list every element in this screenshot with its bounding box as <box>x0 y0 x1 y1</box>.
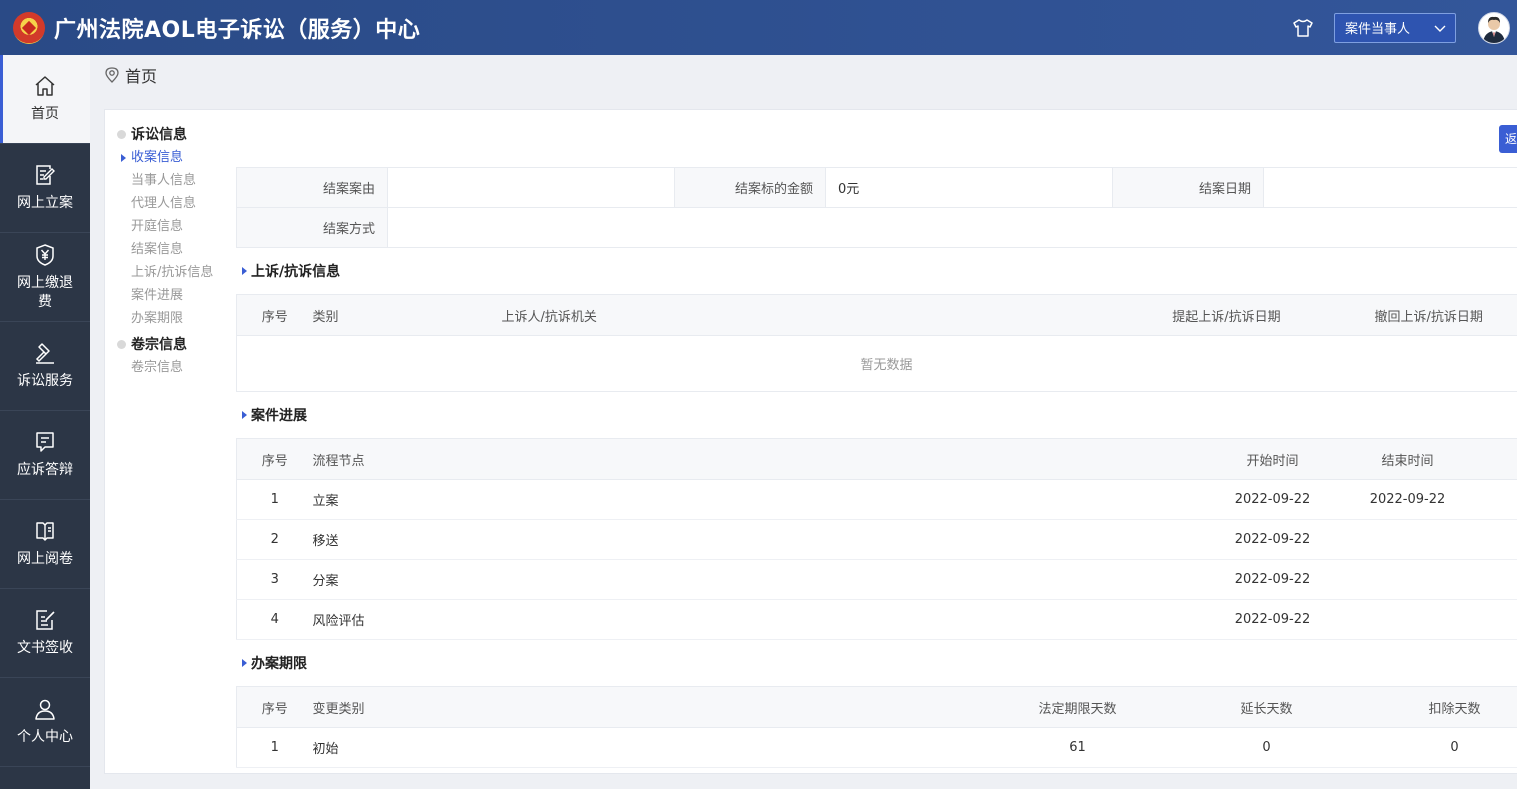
sidebar-item-label: 网上缴退费 <box>17 274 73 310</box>
column-header: 提起上诉/抗诉日期 <box>1131 294 1322 336</box>
main-panel: 返 诉讼信息 收案信息 当事人信息 代理人信息 开庭信息 结案信息 上诉/抗诉信… <box>104 109 1517 774</box>
sidebar-item-label: 首页 <box>31 106 59 122</box>
progress-section-title: 案件进展 <box>236 392 1517 438</box>
chevron-down-icon <box>1434 25 1446 32</box>
column-header: 法定期限天数 <box>1016 686 1139 728</box>
table-row: 3 分案 2022-09-22 <box>236 559 1517 600</box>
anchor-nav: 诉讼信息 收案信息 当事人信息 代理人信息 开庭信息 结案信息 上诉/抗诉信息 … <box>117 124 232 379</box>
anchor-item-receipt[interactable]: 收案信息 <box>117 146 232 169</box>
sidebar-item-file-review[interactable]: 网上阅卷 <box>0 500 90 589</box>
column-header: 序号 <box>236 294 313 336</box>
closing-amount-value: 0元 <box>825 167 1113 208</box>
appeal-section-title: 上诉/抗诉信息 <box>236 248 1517 294</box>
column-header: 变更类别 <box>312 686 1017 728</box>
column-header: 流程节点 <box>312 438 1223 480</box>
role-select-value: 案件当事人 <box>1345 22 1411 37</box>
closing-cause-label: 结案案由 <box>236 167 388 208</box>
sidebar: 首页 网上立案 网上缴退费 诉讼服务 应诉答辩 网上阅卷 文书签收 个人中心 <box>0 55 90 789</box>
column-header: 序号 <box>236 438 313 480</box>
location-pin-icon <box>105 67 119 83</box>
sidebar-item-label: 个人中心 <box>17 729 73 745</box>
closing-cause-value <box>387 167 675 208</box>
column-header: 上诉人/抗诉机关 <box>501 294 1132 336</box>
book-icon <box>36 522 54 541</box>
deadline-table: 序号 变更类别 法定期限天数 延长天数 扣除天数 1 初始 61 0 0 <box>236 686 1517 768</box>
sidebar-item-label: 文书签收 <box>17 640 73 656</box>
anchor-item-dossier[interactable]: 卷宗信息 <box>117 356 232 379</box>
closing-method-label: 结案方式 <box>236 207 388 248</box>
sidebar-item-defense[interactable]: 应诉答辩 <box>0 411 90 500</box>
app-title: 广州法院AOL电子诉讼（服务）中心 <box>54 17 421 43</box>
top-header: 广州法院AOL电子诉讼（服务）中心 案件当事人 <box>0 0 1517 55</box>
anchor-item-deadline[interactable]: 办案期限 <box>117 307 232 330</box>
anchor-item-hearing[interactable]: 开庭信息 <box>117 215 232 238</box>
anchor-item-progress[interactable]: 案件进展 <box>117 284 232 307</box>
detail-content: 结案案由 结案标的金额 0元 结案日期 结案方式 上诉/抗诉信息 序号 类别 上… <box>236 167 1517 768</box>
avatar[interactable] <box>1478 11 1510 44</box>
sidebar-item-label: 诉讼服务 <box>17 373 73 389</box>
sidebar-item-fee[interactable]: 网上缴退费 <box>0 233 90 322</box>
sidebar-item-online-filing[interactable]: 网上立案 <box>0 144 90 233</box>
sidebar-item-label: 网上立案 <box>17 195 73 211</box>
sidebar-item-doc-sign[interactable]: 文书签收 <box>0 589 90 678</box>
anchor-item-appeal[interactable]: 上诉/抗诉信息 <box>117 261 232 284</box>
sidebar-item-label: 网上阅卷 <box>17 551 73 567</box>
shirt-icon[interactable] <box>1292 17 1314 39</box>
gavel-icon <box>35 343 54 364</box>
closing-method-value <box>387 207 1517 248</box>
anchor-item-parties[interactable]: 当事人信息 <box>117 169 232 192</box>
sidebar-item-litigation-service[interactable]: 诉讼服务 <box>0 322 90 411</box>
role-select[interactable]: 案件当事人 <box>1334 12 1456 43</box>
empty-state: 暂无数据 <box>860 358 913 373</box>
court-emblem-icon <box>13 11 45 44</box>
closing-info-table: 结案案由 结案标的金额 0元 结案日期 结案方式 <box>236 167 1517 248</box>
column-header: 扣除天数 <box>1394 686 1515 728</box>
sidebar-item-personal-center[interactable]: 个人中心 <box>0 678 90 767</box>
anchor-group-dossier[interactable]: 卷宗信息 <box>117 334 232 356</box>
column-header: 延长天数 <box>1138 686 1395 728</box>
back-button[interactable]: 返 <box>1499 125 1517 153</box>
table-row: 4 风险评估 2022-09-22 <box>236 599 1517 640</box>
anchor-item-agents[interactable]: 代理人信息 <box>117 192 232 215</box>
deadline-section-title: 办案期限 <box>236 640 1517 686</box>
file-edit-icon <box>36 165 55 185</box>
column-header: 类别 <box>312 294 502 336</box>
sidebar-item-home[interactable]: 首页 <box>0 55 90 144</box>
sidebar-item-label: 应诉答辩 <box>17 462 73 478</box>
progress-table: 序号 流程节点 开始时间 结束时间 1 立案 2022-09-22 2022-0… <box>236 438 1517 640</box>
column-header: 序号 <box>236 686 313 728</box>
yuan-shield-icon <box>36 243 54 266</box>
table-row: 1 初始 61 0 0 <box>236 727 1517 768</box>
anchor-item-closing[interactable]: 结案信息 <box>117 238 232 261</box>
column-header: 开始时间 <box>1222 438 1323 480</box>
sign-doc-icon <box>36 610 55 630</box>
column-header: 撤回上诉/抗诉日期 <box>1321 294 1517 336</box>
breadcrumb: 首页 <box>105 62 157 88</box>
user-icon <box>35 699 55 720</box>
closing-date-label: 结案日期 <box>1112 167 1264 208</box>
anchor-group-litigation[interactable]: 诉讼信息 <box>117 124 232 146</box>
closing-amount-label: 结案标的金额 <box>674 167 826 208</box>
appeal-table: 序号 类别 上诉人/抗诉机关 提起上诉/抗诉日期 撤回上诉/抗诉日期 暂无数据 <box>236 294 1517 392</box>
column-header: 结束时间 <box>1322 438 1493 480</box>
home-icon <box>35 76 55 96</box>
table-row: 1 立案 2022-09-22 2022-09-22 <box>236 479 1517 520</box>
table-row: 2 移送 2022-09-22 <box>236 519 1517 560</box>
chat-doc-icon <box>36 432 54 452</box>
breadcrumb-current[interactable]: 首页 <box>125 63 157 87</box>
closing-date-value <box>1263 167 1517 208</box>
